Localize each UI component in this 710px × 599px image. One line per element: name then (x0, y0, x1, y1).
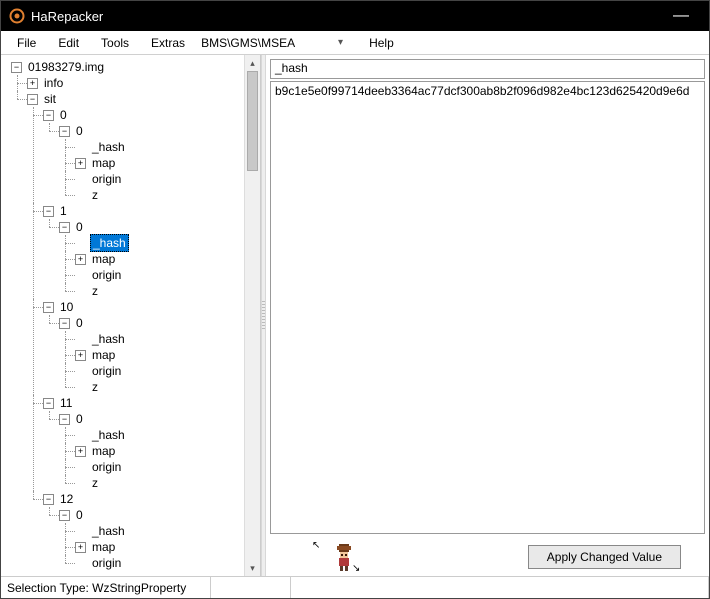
expander-icon[interactable]: − (59, 126, 70, 137)
tree-node-origin[interactable]: origin (90, 459, 123, 475)
tree-node-map[interactable]: map (90, 539, 117, 555)
tree-panel: −01983279.img +info −sit −0 (1, 55, 261, 576)
splitter[interactable] (261, 55, 266, 576)
scroll-down-icon[interactable]: ▾ (245, 560, 260, 576)
content-area: −01983279.img +info −sit −0 (1, 55, 709, 576)
menu-tools[interactable]: Tools (91, 34, 139, 52)
sprite-preview: ↖ ↘ (274, 538, 414, 576)
tree-scrollbar[interactable]: ▴ ▾ (244, 55, 260, 576)
expander-icon[interactable]: + (27, 78, 38, 89)
property-value-field[interactable]: b9c1e5e0f99714deeb3364ac77dcf300ab8b2f09… (270, 81, 705, 534)
tree-node[interactable]: 10 (58, 299, 75, 315)
tree-node-map[interactable]: map (90, 251, 117, 267)
expander-icon[interactable]: − (59, 318, 70, 329)
expander-icon[interactable]: + (75, 446, 86, 457)
tree-node-z[interactable]: z (90, 187, 100, 203)
arrow-down-right-icon: ↘ (352, 563, 360, 574)
status-cell-2 (211, 577, 291, 598)
menu-help[interactable]: Help (359, 34, 404, 52)
tree-node[interactable]: 1 (58, 203, 69, 219)
expander-icon[interactable]: − (43, 206, 54, 217)
detail-panel: _hash b9c1e5e0f99714deeb3364ac77dcf300ab… (266, 55, 709, 576)
tree-node-sit[interactable]: sit (42, 91, 58, 107)
expander-icon[interactable]: − (59, 510, 70, 521)
status-cell-3 (291, 577, 709, 598)
tree-node-z[interactable]: z (90, 379, 100, 395)
tree-node[interactable]: 0 (74, 219, 85, 235)
apply-changed-value-button[interactable]: Apply Changed Value (528, 545, 681, 569)
tree-node[interactable]: 0 (74, 411, 85, 427)
tree-node-hash-selected[interactable]: _hash (90, 234, 129, 252)
expander-icon[interactable]: − (43, 398, 54, 409)
tree-node[interactable]: 11 (58, 395, 74, 411)
property-name-field[interactable]: _hash (270, 59, 705, 79)
tree-node[interactable]: 0 (74, 507, 85, 523)
tree-node-map[interactable]: map (90, 155, 117, 171)
menu-extras[interactable]: Extras (141, 34, 195, 52)
tree-node-origin[interactable]: origin (90, 267, 123, 283)
tree-view[interactable]: −01983279.img +info −sit −0 (1, 55, 244, 576)
tree-node[interactable]: 12 (58, 491, 75, 507)
expander-icon[interactable]: − (59, 222, 70, 233)
titlebar[interactable]: HaRepacker — (1, 1, 709, 31)
tree-node-origin[interactable]: origin (90, 171, 123, 187)
tree-node-hash[interactable]: _hash (90, 331, 127, 347)
expander-icon[interactable]: + (75, 542, 86, 553)
app-icon (9, 8, 25, 24)
expander-icon[interactable]: − (43, 302, 54, 313)
tree-node[interactable]: 0 (58, 107, 69, 123)
app-title: HaRepacker (31, 9, 661, 24)
minimize-button[interactable]: — (661, 1, 701, 31)
scroll-track[interactable] (245, 71, 260, 560)
tree-node-root[interactable]: 01983279.img (26, 59, 106, 75)
expander-icon[interactable]: + (75, 254, 86, 265)
arrow-up-left-icon: ↖ (312, 540, 320, 551)
tree-node[interactable]: 0 (74, 123, 85, 139)
menu-file[interactable]: File (7, 34, 46, 52)
region-combo-value: BMS\GMS\MSEA (201, 36, 295, 50)
chevron-down-icon: ▾ (338, 37, 343, 48)
scroll-up-icon[interactable]: ▴ (245, 55, 260, 71)
tree-node-origin[interactable]: origin (90, 555, 123, 571)
expander-icon[interactable]: + (75, 158, 86, 169)
app-window: HaRepacker — File Edit Tools Extras BMS\… (0, 0, 710, 599)
tree-node-map[interactable]: map (90, 347, 117, 363)
expander-icon[interactable]: − (11, 62, 22, 73)
grip-icon (262, 301, 265, 331)
tree-node-hash[interactable]: _hash (90, 427, 127, 443)
statusbar: Selection Type: WzStringProperty (1, 576, 709, 598)
expander-icon[interactable]: + (75, 350, 86, 361)
tree-node[interactable]: 0 (74, 315, 85, 331)
expander-icon[interactable]: − (43, 494, 54, 505)
expander-icon[interactable]: − (27, 94, 38, 105)
menu-edit[interactable]: Edit (48, 34, 89, 52)
detail-bottom-bar: ↖ ↘ Apply Changed Value (266, 538, 709, 576)
region-combo[interactable]: BMS\GMS\MSEA ▾ (197, 33, 347, 53)
tree-node-info[interactable]: info (42, 75, 65, 91)
tree-node-z[interactable]: z (90, 475, 100, 491)
tree-node-z[interactable]: z (90, 283, 100, 299)
tree-node-hash[interactable]: _hash (90, 523, 127, 539)
status-selection-type: Selection Type: WzStringProperty (1, 577, 211, 598)
tree-node-map[interactable]: map (90, 443, 117, 459)
tree-node-hash[interactable]: _hash (90, 139, 127, 155)
scroll-thumb[interactable] (247, 71, 258, 171)
expander-icon[interactable]: − (43, 110, 54, 121)
tree-node-origin[interactable]: origin (90, 363, 123, 379)
expander-icon[interactable]: − (59, 414, 70, 425)
menubar: File Edit Tools Extras BMS\GMS\MSEA ▾ He… (1, 31, 709, 55)
